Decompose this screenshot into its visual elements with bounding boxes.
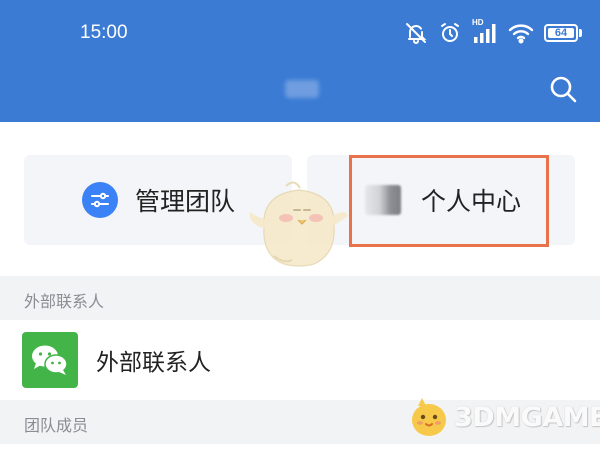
watermark: 3DMGAME (406, 394, 600, 440)
alarm-icon (438, 21, 462, 45)
battery-icon: 64 (544, 24, 582, 42)
status-time: 15:00 (80, 22, 128, 43)
team-members-list-start (0, 444, 600, 450)
search-icon (550, 76, 577, 103)
header-title-blurred (285, 80, 319, 98)
watermark-text: 3DMGAME (454, 401, 600, 433)
watermark-mascot-icon (412, 398, 446, 436)
wifi-icon (508, 22, 534, 44)
external-contacts-section-header: 外部联系人 (24, 292, 105, 311)
personal-center-label: 个人中心 (421, 187, 522, 216)
external-contacts-label: 外部联系人 (96, 350, 211, 376)
list-item-external-contacts[interactable]: 外部联系人 (0, 320, 600, 400)
search-button[interactable] (546, 72, 580, 106)
status-icons: HD 64 (404, 18, 582, 46)
hd-label: HD (472, 18, 484, 27)
bell-muted-icon (404, 21, 428, 45)
avatar-icon (365, 185, 401, 215)
wechat-icon (22, 332, 78, 388)
app-header: 15:00 HD 64 (0, 0, 600, 122)
battery-level: 64 (554, 27, 568, 39)
hd-signal-icon: HD (472, 18, 498, 44)
mascot-sticker (249, 181, 348, 267)
sliders-icon (82, 182, 118, 218)
manage-team-label: 管理团队 (135, 187, 236, 216)
